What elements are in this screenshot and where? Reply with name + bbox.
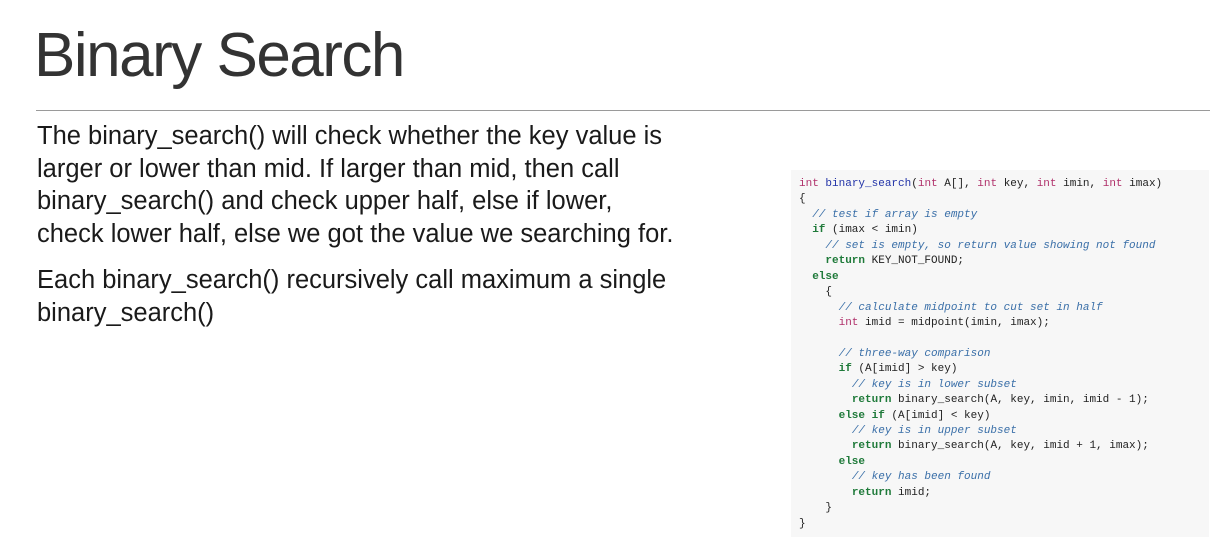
code-line: return imid; — [851, 486, 932, 499]
code-line: if (imax < imin) — [812, 224, 918, 237]
code-line: else — [838, 455, 866, 468]
code-line: // key is in lower subset — [851, 378, 1017, 391]
code-line: else if (A[imid] < key) — [838, 409, 991, 422]
code-line: // set is empty, so return value showing… — [825, 239, 1156, 252]
code-line: return binary_search(A, key, imid + 1, i… — [851, 440, 1149, 453]
code-line: { — [799, 286, 833, 299]
code-line: } — [799, 502, 833, 515]
code-line: return binary_search(A, key, imin, imid … — [851, 394, 1149, 407]
code-line: if (A[imid] > key) — [838, 363, 958, 376]
slide-title: Binary Search — [34, 21, 405, 90]
paragraph-explanation: The binary_search() will check whether t… — [37, 122, 674, 248]
code-line: int binary_search(int A[], int key, int … — [799, 178, 1163, 190]
code-block: int binary_search(int A[], int key, int … — [799, 177, 1209, 532]
code-line: // calculate midpoint to cut set in half — [838, 301, 1103, 314]
code-line: { — [799, 193, 806, 206]
code-line: // key has been found — [851, 471, 991, 484]
code-line: // test if array is empty — [812, 208, 978, 221]
code-line: // three-way comparison — [838, 347, 991, 360]
code-line: } — [799, 517, 806, 530]
code-snippet: int binary_search(int A[], int key, int … — [791, 170, 1209, 537]
code-line: int imid = midpoint(imin, imax); — [838, 316, 1050, 329]
title-divider — [36, 110, 1210, 111]
code-line: // key is in upper subset — [851, 425, 1017, 437]
slide-body: The binary_search() will check whether t… — [37, 120, 677, 343]
code-line: return KEY_NOT_FOUND; — [825, 255, 965, 268]
paragraph-recursion-note: Each binary_search() recursively call ma… — [37, 266, 667, 327]
code-line: else — [812, 270, 839, 283]
